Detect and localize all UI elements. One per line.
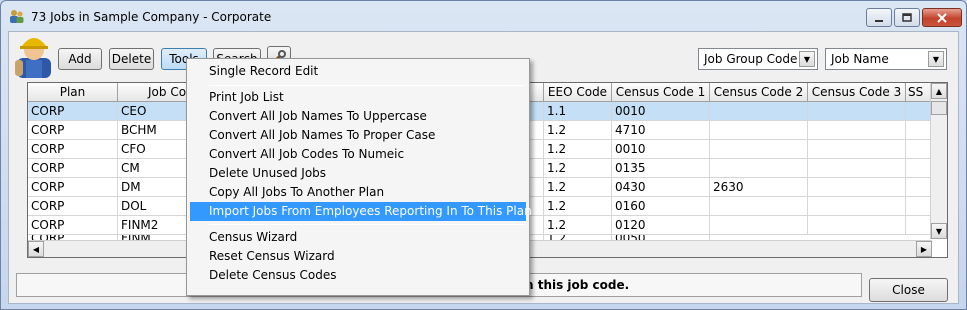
cell-plan: CORP [28,140,118,159]
cell-census-3 [808,159,906,178]
menu-item-delete-census-codes[interactable]: Delete Census Codes [190,266,526,285]
cell-plan: CORP [28,159,118,178]
cell-census-3 [808,121,906,140]
cell-eeo: 1.2 [544,197,612,216]
cell-plan: CORP [28,121,118,140]
job-name-value: Job Name [831,52,889,66]
column-header-census-3[interactable]: Census Code 3 [808,83,906,102]
close-window-button[interactable] [922,8,962,27]
cell-plan: CORP [28,178,118,197]
chevron-down-icon[interactable]: ▼ [928,51,944,67]
cell-census-2 [710,102,808,121]
menu-item-delete-unused-jobs[interactable]: Delete Unused Jobs [190,164,526,183]
cell-census-2 [710,216,808,235]
close-icon [937,12,947,23]
column-header-ss[interactable]: SS [906,83,932,102]
cell-census-1: 0120 [612,216,710,235]
cell-census-2 [710,197,808,216]
menu-item-print-job-list[interactable]: Print Job List [190,88,526,107]
cell-census-2: 2630 [710,178,808,197]
chevron-down-icon[interactable]: ▼ [799,51,815,67]
maximize-button[interactable] [894,8,920,27]
menu-item-single-record-edit[interactable]: Single Record Edit [190,62,526,81]
add-button[interactable]: Add [58,48,102,70]
column-header-census-2[interactable]: Census Code 2 [710,83,808,102]
menu-item-reset-census-wizard[interactable]: Reset Census Wizard [190,247,526,266]
status-text: n this job code. [525,278,630,292]
maximize-icon [902,12,912,22]
scroll-up-icon[interactable]: ▲ [931,83,947,99]
cell-plan: CORP [28,197,118,216]
cell-census-3 [808,197,906,216]
cell-census-3 [808,216,906,235]
cell-census-1: 4710 [612,121,710,140]
cell-census-1: 0010 [612,102,710,121]
window-title: 73 Jobs in Sample Company - Corporate [31,10,272,24]
scroll-left-icon[interactable]: ◀ [28,241,44,257]
vertical-scrollbar[interactable]: ▲ ▼ [930,83,947,239]
menu-item-numeric-codes[interactable]: Convert All Job Codes To Numeic [190,145,526,164]
people-icon [10,10,24,23]
cell-eeo: 1.2 [544,121,612,140]
close-button[interactable]: Close [869,278,948,302]
menu-item-import-jobs[interactable]: Import Jobs From Employees Reporting In … [190,202,532,221]
cell-eeo: 1.2 [544,216,612,235]
menu-item-proper-case-names[interactable]: Convert All Job Names To Proper Case [190,126,526,145]
cell-plan: CORP [28,216,118,235]
cell-eeo: 1.2 [544,178,612,197]
scroll-thumb[interactable] [931,101,947,115]
scroll-down-icon[interactable]: ▼ [931,223,947,239]
minimize-icon [875,19,883,22]
column-header-plan[interactable]: Plan [28,83,118,102]
delete-button[interactable]: Delete [109,48,154,70]
column-header-eeo-code[interactable]: EEO Code [544,83,612,102]
menu-item-copy-jobs[interactable]: Copy All Jobs To Another Plan [190,183,526,202]
column-header-census-1[interactable]: Census Code 1 [612,83,710,102]
title-bar[interactable]: 73 Jobs in Sample Company - Corporate [1,1,966,31]
cell-census-3 [808,140,906,159]
cell-plan: CORP [28,102,118,121]
job-name-combo[interactable]: Job Name ▼ [825,48,947,70]
jobs-window: 73 Jobs in Sample Company - Corporate Ad… [0,0,967,310]
job-group-code-combo[interactable]: Job Group Code ▼ [698,48,818,70]
job-group-code-value: Job Group Code [704,52,798,66]
cell-eeo: 1.2 [544,140,612,159]
cell-census-2 [710,140,808,159]
cell-census-1: 0010 [612,140,710,159]
menu-item-census-wizard[interactable]: Census Wizard [190,228,526,247]
tools-menu: Single Record Edit Print Job List Conver… [186,58,532,296]
menu-item-uppercase-names[interactable]: Convert All Job Names To Uppercase [190,107,526,126]
cell-census-2 [710,159,808,178]
cell-census-1: 0430 [612,178,710,197]
cell-census-2 [710,121,808,140]
cell-census-3 [808,102,906,121]
menu-separator [209,85,525,86]
cell-census-1: 0135 [612,159,710,178]
cell-eeo: 1.1 [544,102,612,121]
menu-separator [209,224,525,225]
user-avatar-icon [15,38,51,78]
cell-eeo: 1.2 [544,159,612,178]
scroll-right-icon[interactable]: ▶ [916,241,932,257]
minimize-button[interactable] [866,8,892,27]
cell-census-1: 0160 [612,197,710,216]
cell-census-3 [808,178,906,197]
